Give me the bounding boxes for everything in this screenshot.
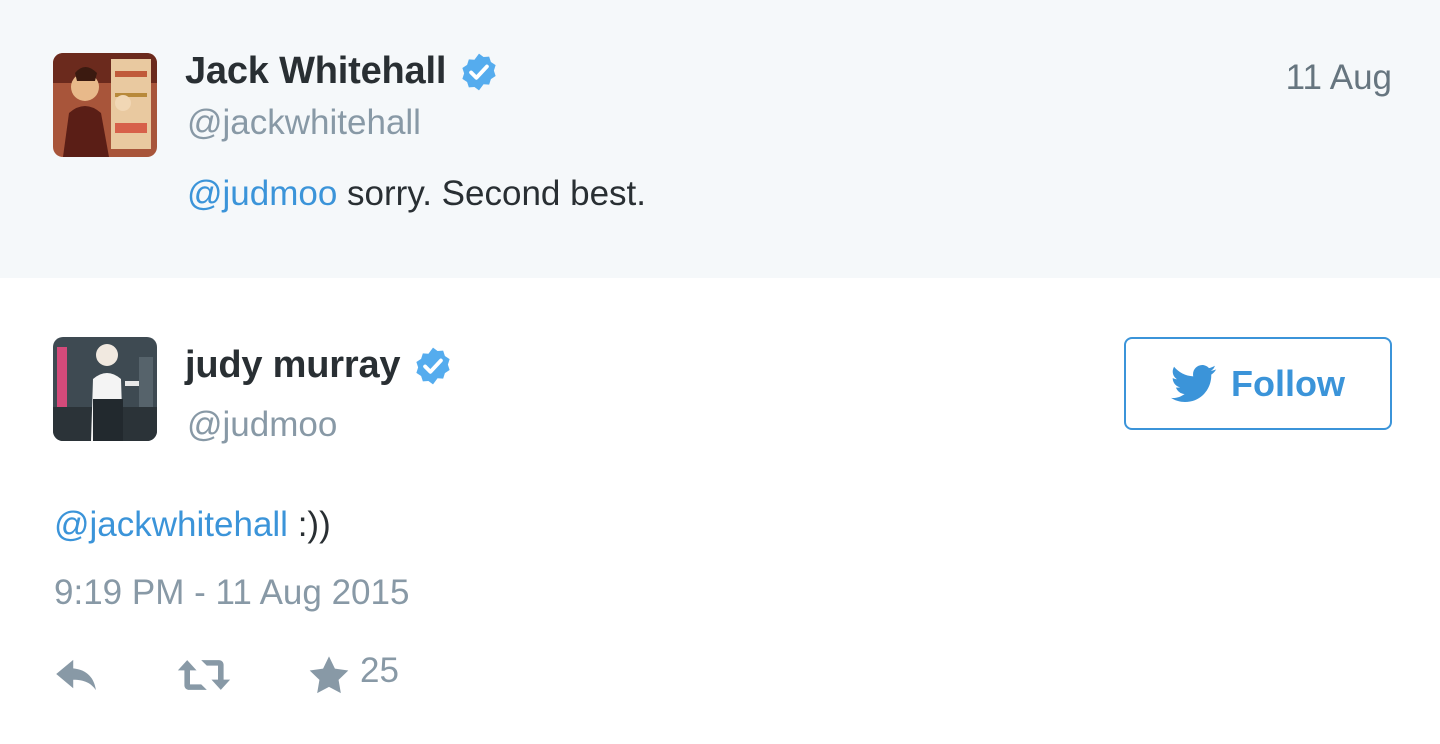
tweet-actions: 25 — [54, 651, 399, 695]
reply-button[interactable] — [54, 658, 100, 692]
author-name[interactable]: Jack Whitehall — [185, 50, 446, 93]
favorite-count: 25 — [360, 651, 399, 690]
jack-whitehall-avatar[interactable] — [53, 53, 157, 157]
parent-name-row: Jack Whitehall — [185, 50, 500, 93]
tweet-body: :)) — [287, 505, 331, 544]
author-handle[interactable]: @jackwhitehall — [187, 103, 421, 143]
verified-badge-icon — [412, 345, 454, 387]
main-name-row: judy murray — [185, 344, 454, 387]
author-name[interactable]: judy murray — [185, 344, 401, 387]
retweet-icon — [176, 658, 232, 692]
tweet-date[interactable]: 11 Aug — [1286, 58, 1392, 98]
star-icon — [308, 655, 350, 695]
follow-button[interactable]: Follow — [1124, 337, 1392, 430]
mention-link[interactable]: @jackwhitehall — [54, 505, 288, 544]
judy-murray-avatar[interactable] — [53, 337, 157, 441]
reply-icon — [54, 658, 100, 692]
parent-tweet[interactable]: Jack Whitehall @jackwhitehall 11 Aug @ju… — [0, 0, 1440, 278]
mention-link[interactable]: @judmoo — [187, 174, 337, 213]
author-handle[interactable]: @judmoo — [187, 405, 337, 445]
favorite-button[interactable]: 25 — [308, 651, 399, 695]
follow-label: Follow — [1231, 362, 1345, 404]
tweet-timestamp[interactable]: 9:19 PM - 11 Aug 2015 — [54, 573, 409, 613]
tweet-body: sorry. Second best. — [337, 174, 646, 213]
main-tweet-text: @jackwhitehall :)) — [54, 505, 331, 545]
retweet-button[interactable] — [176, 658, 232, 692]
parent-tweet-text: @judmoo sorry. Second best. — [187, 174, 646, 214]
twitter-bird-icon — [1170, 364, 1217, 404]
verified-badge-icon — [458, 51, 500, 93]
